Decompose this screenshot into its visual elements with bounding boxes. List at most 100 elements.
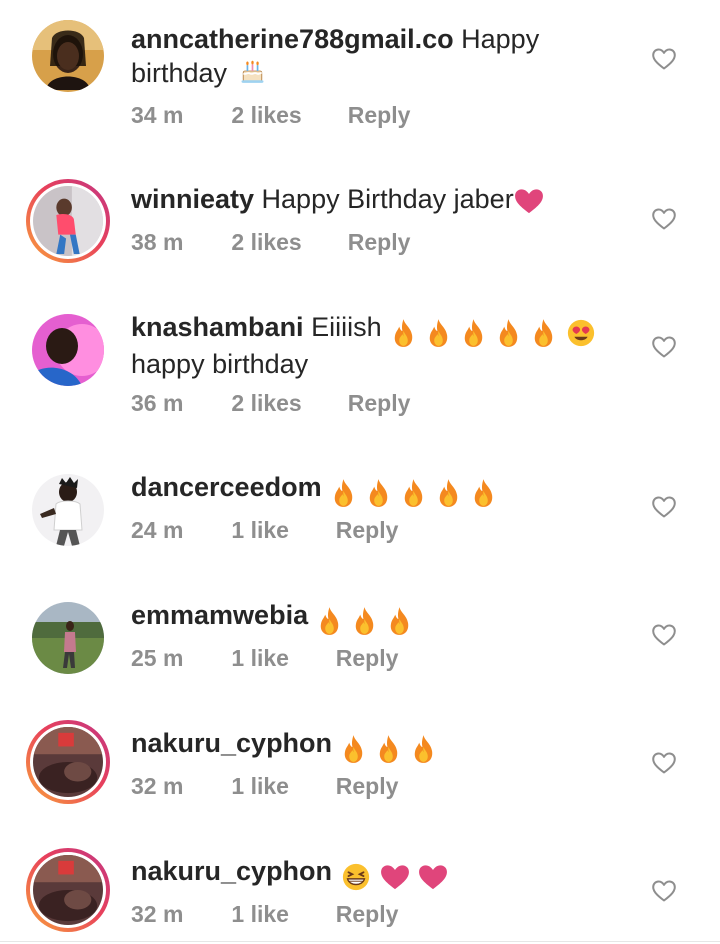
comment-body-line2: happy birthday (131, 349, 309, 379)
like-heart-icon[interactable] (652, 752, 676, 774)
comment-meta: 25 m 1 like Reply (131, 643, 398, 673)
like-heart-icon[interactable] (652, 880, 676, 902)
fire-icon (375, 734, 402, 764)
comment-username[interactable]: knashambani (131, 312, 304, 342)
comment-likes[interactable]: 2 likes (231, 227, 341, 257)
comment-time: 38 m (131, 229, 184, 255)
fire-icon (365, 478, 392, 508)
fire-icon (530, 318, 557, 348)
comment-meta: 38 m 2 likes Reply (131, 227, 410, 257)
comment-time: 32 m (131, 773, 184, 799)
comment-text: knashambani Eiiiish happy birthday (131, 311, 631, 381)
comment-text: nakuru_cyphon (131, 727, 631, 764)
profile-photo-image (32, 602, 104, 674)
comment-body: Happy Birthday jaber (261, 184, 514, 214)
divider (0, 941, 720, 942)
comment-username[interactable]: winnieaty (131, 184, 254, 214)
profile-photo-image (33, 727, 103, 797)
comment-username[interactable]: nakuru_cyphon (131, 856, 332, 886)
emoji-group (332, 731, 437, 764)
reply-button[interactable]: Reply (348, 227, 411, 257)
comment-body-line2: birthday (131, 58, 228, 88)
fire-icon (316, 606, 343, 636)
pink-heart-icon (380, 864, 410, 890)
comment-username[interactable]: nakuru_cyphon (131, 728, 332, 758)
comment-likes[interactable]: 1 like (231, 771, 329, 801)
fire-icon (425, 318, 452, 348)
comment-text: nakuru_cyphon (131, 855, 631, 892)
fire-icon (495, 318, 522, 348)
comment-time: 36 m (131, 390, 184, 416)
profile-photo-image (32, 20, 104, 92)
profile-photo-image (33, 186, 103, 256)
comment-likes[interactable]: 2 likes (231, 100, 341, 130)
pink-heart-icon (418, 864, 448, 890)
reply-button[interactable]: Reply (348, 100, 411, 130)
comment-likes[interactable]: 1 like (231, 899, 329, 929)
avatar[interactable] (26, 848, 110, 932)
profile-photo-image (33, 855, 103, 925)
heart-eyes-icon (565, 318, 597, 348)
comment-text: winnieaty Happy Birthday jaber (131, 183, 631, 216)
fire-icon (330, 478, 357, 508)
comment-meta: 32 m 1 like Reply (131, 899, 398, 929)
fire-icon (410, 734, 437, 764)
comment-text: anncatherine788gmail.co Happy birthday (131, 23, 631, 90)
profile-photo (32, 602, 104, 674)
comment-text: dancerceedom (131, 471, 631, 508)
reply-button[interactable]: Reply (336, 899, 399, 929)
avatar[interactable] (26, 179, 110, 263)
avatar[interactable] (26, 596, 110, 680)
birthday-cake-icon (239, 56, 266, 86)
profile-photo (33, 855, 103, 925)
comment-username[interactable]: anncatherine788gmail.co (131, 24, 454, 54)
like-heart-icon[interactable] (652, 48, 676, 70)
emoji-group (308, 603, 413, 636)
fire-icon (400, 478, 427, 508)
profile-photo-image (32, 314, 104, 386)
comment-username[interactable]: dancerceedom (131, 472, 322, 502)
avatar[interactable] (26, 468, 110, 552)
reply-button[interactable]: Reply (336, 643, 399, 673)
like-heart-icon[interactable] (652, 496, 676, 518)
comment-meta: 34 m 2 likes Reply (131, 100, 410, 130)
profile-photo-image (32, 474, 104, 546)
profile-photo (32, 314, 104, 386)
reply-button[interactable]: Reply (348, 388, 411, 418)
comment-time: 34 m (131, 102, 184, 128)
comment-text: emmamwebia (131, 599, 631, 636)
reply-button[interactable]: Reply (336, 515, 399, 545)
avatar[interactable] (26, 14, 110, 98)
comment-meta: 24 m 1 like Reply (131, 515, 398, 545)
avatar[interactable] (26, 720, 110, 804)
comment-likes[interactable]: 2 likes (231, 388, 341, 418)
comment-meta: 32 m 1 like Reply (131, 771, 398, 801)
like-heart-icon[interactable] (652, 208, 676, 230)
comment-username[interactable]: emmamwebia (131, 600, 308, 630)
comment-time: 32 m (131, 901, 184, 927)
reply-button[interactable]: Reply (336, 771, 399, 801)
comment-likes[interactable]: 1 like (231, 643, 329, 673)
comment-time: 25 m (131, 645, 184, 671)
fire-icon (435, 478, 462, 508)
avatar[interactable] (26, 308, 110, 392)
comment-body: Eiiiish (311, 312, 382, 342)
pink-heart-icon (514, 188, 544, 214)
profile-photo (32, 20, 104, 92)
comment-meta: 36 m 2 likes Reply (131, 388, 410, 418)
fire-icon (351, 606, 378, 636)
like-heart-icon[interactable] (652, 624, 676, 646)
emoji-group (322, 475, 497, 508)
emoji-group (382, 315, 597, 348)
comment-time: 24 m (131, 517, 184, 543)
emoji-group (332, 859, 448, 892)
fire-icon (390, 318, 417, 348)
fire-icon (386, 606, 413, 636)
profile-photo (33, 727, 103, 797)
grinning-squint-icon (340, 862, 372, 892)
comment-likes[interactable]: 1 like (231, 515, 329, 545)
like-heart-icon[interactable] (652, 336, 676, 358)
profile-photo (32, 474, 104, 546)
comment-body: Happy (461, 24, 540, 54)
fire-icon (340, 734, 367, 764)
